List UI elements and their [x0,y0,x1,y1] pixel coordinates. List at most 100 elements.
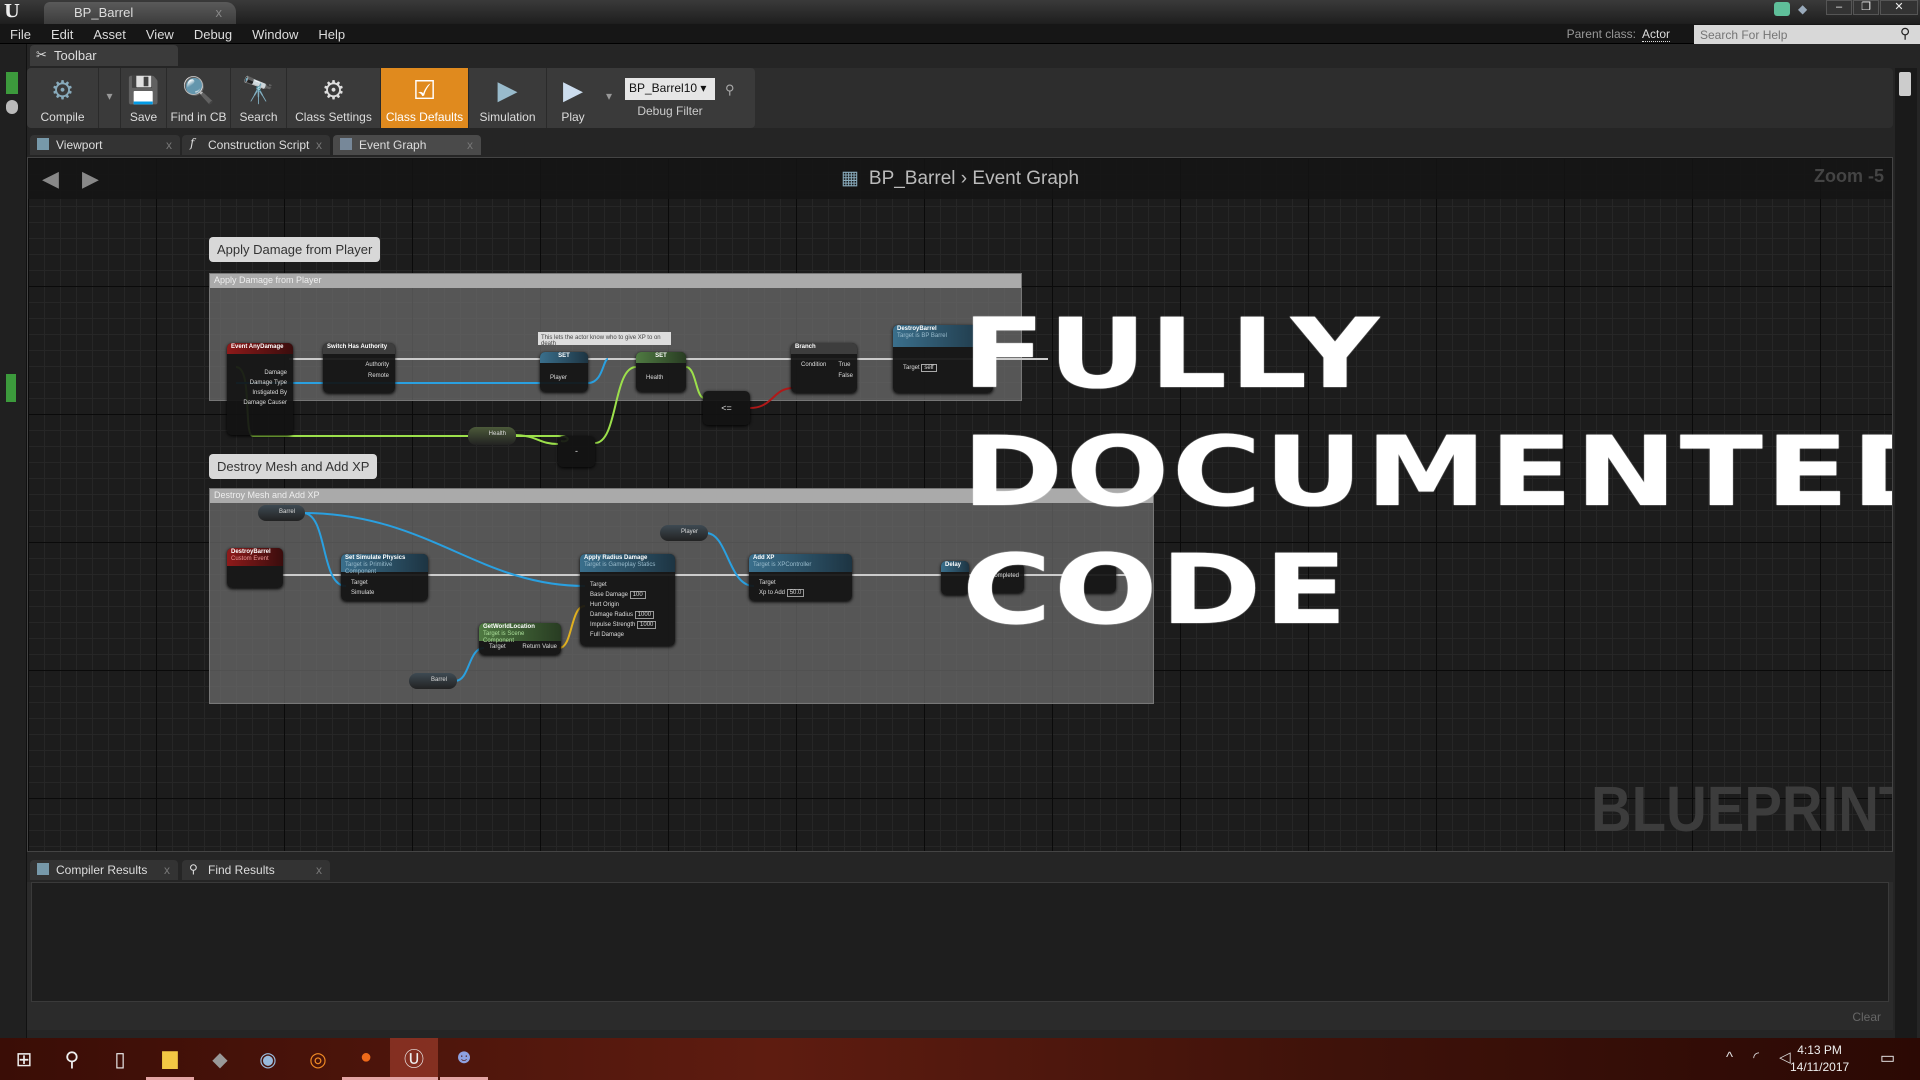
pin-damage-type[interactable]: Damage Type [233,378,287,388]
asset-tab[interactable]: BP_Barrel x [44,2,236,24]
node-set-health[interactable]: SET Health [636,352,686,392]
node-add-xp[interactable]: Add XP Target is XPController Target Xp to … [749,554,852,601]
app-icon[interactable]: ◉ [244,1038,292,1080]
search-icon[interactable]: ⚲ [48,1038,96,1080]
node-event-destroy-barrel[interactable]: DestroyBarrel Custom Event [227,548,283,588]
tab-event-graph[interactable]: Event Graph x [333,135,481,155]
blender-icon[interactable]: ◎ [294,1038,342,1080]
pin-target[interactable]: Target [759,578,852,588]
node-get-world-location[interactable]: GetWorldLocation Target is Scene Componen… [479,623,561,655]
pin-hurt-origin[interactable]: Hurt Origin [590,600,675,610]
parent-class-link[interactable]: Actor [1641,27,1670,42]
pin-damage-radius[interactable]: Damage Radius [590,612,633,618]
play-options-dropdown[interactable]: ▾ [599,68,619,128]
pin-target[interactable]: Target [590,580,675,590]
tab-construction-script[interactable]: f Construction Script x [182,135,330,155]
node-switch-has-authority[interactable]: Switch Has Authority Authority Remote [323,343,395,393]
menu-edit[interactable]: Edit [41,24,83,42]
debug-object-select[interactable]: BP_Barrel10 ▾ [625,78,715,100]
close-tab-icon[interactable]: x [164,863,170,877]
firefox-icon[interactable]: ● [342,1038,390,1080]
pin-target[interactable]: Target [489,644,506,650]
node-get-player[interactable]: Player [660,525,708,541]
pin-true[interactable]: True [838,362,850,368]
xp-to-add-value[interactable]: 50.0 [786,589,805,597]
node-subtract[interactable]: - [558,436,595,467]
node-branch[interactable]: Branch Condition True False [791,343,857,393]
pin-base-damage[interactable]: Base Damage [590,592,628,598]
node-event-any-damage[interactable]: Event AnyDamage Damage Damage Type Instiga… [227,343,293,435]
minimize-button[interactable]: – [1826,0,1852,15]
pin-target[interactable]: Target [903,365,920,371]
app-icon[interactable]: ◆ [196,1038,244,1080]
damage-radius-value[interactable]: 1000 [634,611,655,619]
add-icon[interactable] [6,72,18,94]
pin-full-damage[interactable]: Full Damage [590,630,675,640]
pin-player[interactable]: Player [540,363,588,381]
compile-button[interactable]: ⚙ Compile [27,68,99,128]
find-in-cb-button[interactable]: 🔍 Find in CB [167,68,231,128]
node-get-barrel[interactable]: Barrel [258,505,305,521]
clear-button[interactable]: Clear [1852,1010,1881,1024]
pin-false[interactable]: False [838,373,853,379]
pin-self-value[interactable]: self [921,364,937,372]
help-search-input[interactable] [1694,25,1920,44]
tab-compiler-results[interactable]: Compiler Results x [30,860,178,880]
pin-xp-to-add[interactable]: Xp to Add [759,590,785,596]
vertical-scrollbar[interactable] [1895,68,1917,1038]
pin-target[interactable]: Target [351,578,428,588]
close-tab-icon[interactable]: x [316,863,322,877]
task-view-icon[interactable]: ▯ [96,1038,144,1080]
compile-options-dropdown[interactable]: ▾ [99,68,121,128]
tab-viewport[interactable]: Viewport x [30,135,180,155]
class-defaults-button[interactable]: ☑ Class Defaults [381,68,469,128]
pin-authority[interactable]: Authority [329,360,389,371]
clock[interactable]: 4:13 PM 14/11/2017 [1790,1042,1849,1076]
node-less-equal[interactable]: <= [703,391,750,425]
tab-find-results[interactable]: ⚲ Find Results x [182,860,330,880]
toolbar-tab[interactable]: ✂ Toolbar [30,45,178,66]
search-button[interactable]: 🔭 Search [231,68,287,128]
restore-button[interactable]: ❐ [1853,0,1879,15]
close-tab-icon[interactable]: x [166,138,172,152]
unreal-engine-icon[interactable]: Ⓤ [390,1038,438,1080]
play-button[interactable]: ▶ Play [547,68,599,128]
pin-instigated-by[interactable]: Instigated By [233,388,287,398]
pin-health[interactable]: Health [636,363,686,381]
chat-icon[interactable] [1774,2,1790,16]
pin-damage-causer[interactable]: Damage Causer [233,398,287,408]
learn-icon[interactable]: ◆ [1798,2,1816,16]
node-set-simulate-physics[interactable]: Set Simulate Physics Target is Primitive … [341,554,428,601]
class-settings-button[interactable]: ⚙ Class Settings [287,68,381,128]
save-button[interactable]: 💾 Save [121,68,167,128]
system-tray[interactable]: ^ ◜ ◁ [1726,1048,1799,1066]
pin-impulse-strength[interactable]: Impulse Strength [590,622,635,628]
menu-help[interactable]: Help [308,24,355,42]
scroll-thumb[interactable] [1899,72,1911,96]
node-get-barrel[interactable]: Barrel [409,673,457,689]
menu-asset[interactable]: Asset [83,24,136,42]
file-explorer-icon[interactable]: ▆ [146,1038,194,1080]
menu-file[interactable]: File [0,24,41,42]
pin-damage[interactable]: Damage [233,368,287,378]
menu-view[interactable]: View [136,24,184,42]
close-tab-icon[interactable]: x [467,138,473,152]
node-apply-radius-damage[interactable]: Apply Radius Damage Target is Gameplay St… [580,554,675,646]
close-tab-icon[interactable]: x [316,138,322,152]
pin-return-value[interactable]: Return Value [522,644,557,650]
start-icon[interactable]: ⊞ [0,1038,48,1080]
menu-debug[interactable]: Debug [184,24,242,42]
simulation-button[interactable]: ▶ Simulation [469,68,547,128]
pin-condition[interactable]: Condition [801,360,826,382]
pin-simulate[interactable]: Simulate [351,588,428,598]
notifications-icon[interactable]: ▭ [1880,1048,1895,1068]
event-graph-canvas[interactable]: ◀ ▶ ▦ BP_Barrel › Event Graph Zoom -5 App… [27,157,1893,852]
impulse-strength-value[interactable]: 1000 [637,621,657,629]
close-window-button[interactable]: ✕ [1880,0,1918,15]
node-get-health[interactable]: Health [468,427,516,445]
base-damage-value[interactable]: 100 [629,591,646,599]
node-set-player[interactable]: SET Player [540,352,588,392]
search-icon[interactable]: ⚲ [1900,25,1910,42]
pin-remote[interactable]: Remote [329,371,389,382]
discord-icon[interactable]: ☻ [440,1038,488,1080]
